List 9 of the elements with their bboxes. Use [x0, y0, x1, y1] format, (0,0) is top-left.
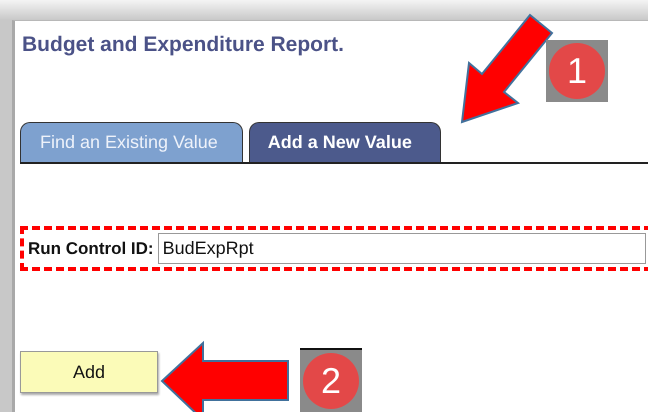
step-badge: 1: [546, 40, 608, 102]
tab[interactable]: Add a New Value: [248, 122, 441, 162]
input-field[interactable]: BudExpRpt: [158, 233, 646, 264]
step-badge: 2: [300, 348, 362, 412]
arrow-icon: [160, 340, 289, 412]
field-label: Run Control ID:: [28, 238, 154, 258]
page-title: Budget and Expenditure Report.: [22, 33, 344, 57]
add-button[interactable]: Add: [20, 351, 158, 393]
arrow-icon: [460, 14, 554, 124]
